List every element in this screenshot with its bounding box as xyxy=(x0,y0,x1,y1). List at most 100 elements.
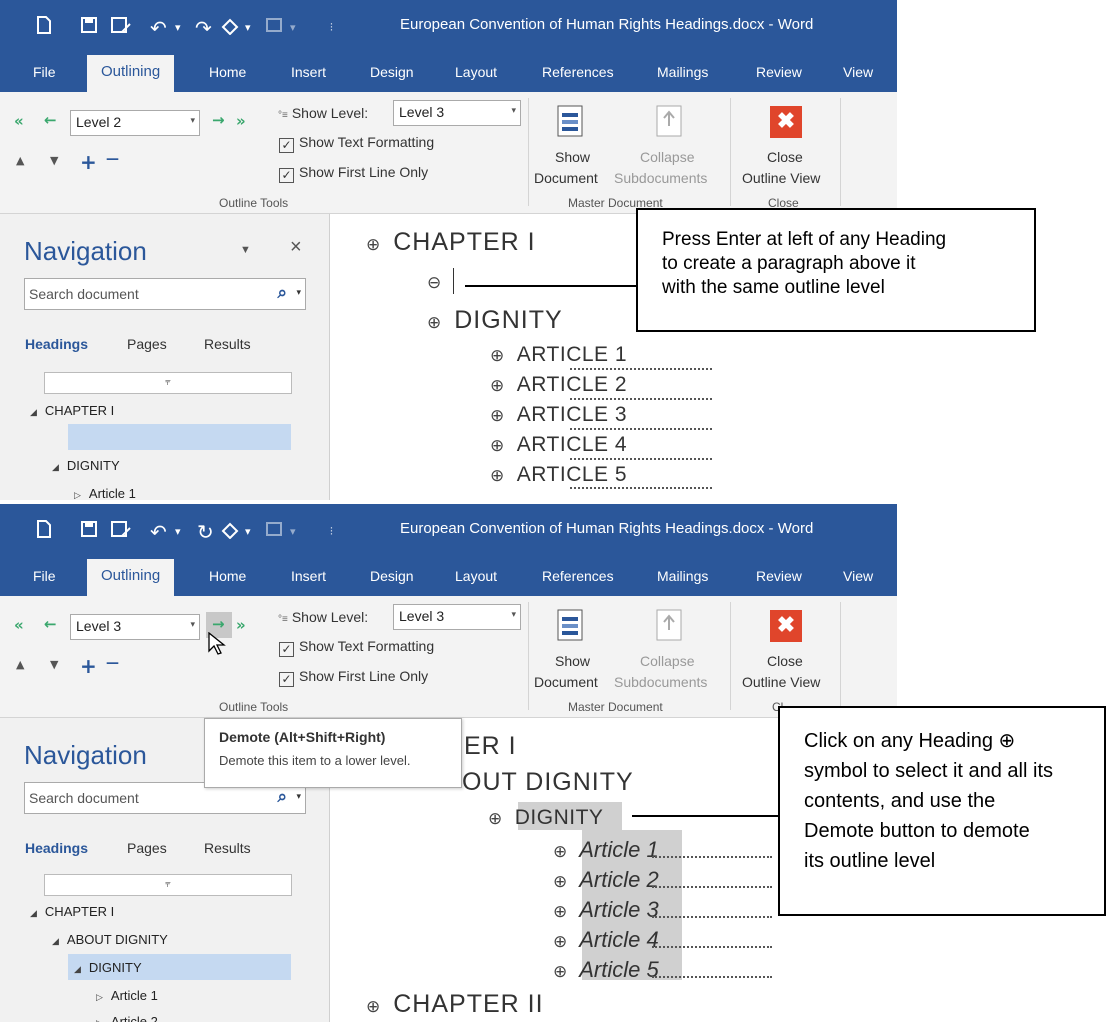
show-document-label-2[interactable]: Document xyxy=(534,674,598,690)
nav-options-dropdown-icon[interactable]: ▼ xyxy=(240,244,251,256)
save-as-icon[interactable] xyxy=(110,14,132,42)
show-text-formatting-checkbox[interactable]: ✓ Show Text Formatting xyxy=(279,134,434,153)
expand-plus-icon[interactable]: ⊕ xyxy=(553,962,567,982)
tab-results[interactable]: Results xyxy=(204,840,251,856)
customize-dropdown[interactable]: ▾ xyxy=(290,518,296,546)
demote-to-body-icon[interactable]: » xyxy=(236,112,246,130)
heading-dignity[interactable]: ⊕ DIGNITY xyxy=(427,306,563,335)
customize-icon[interactable] xyxy=(265,14,283,42)
expand-icon[interactable]: + xyxy=(80,150,97,174)
nav-heading-item[interactable]: ▷ Article 2 xyxy=(96,1014,158,1022)
heading-article[interactable]: ⊕ ARTICLE 4 xyxy=(490,433,627,457)
heading-article[interactable]: ⊕ Article 4 xyxy=(553,927,659,953)
chevron-down-icon[interactable]: ▾ xyxy=(296,287,301,298)
heading-article[interactable]: ⊕ ARTICLE 1 xyxy=(490,343,627,367)
tab-layout[interactable]: Layout xyxy=(455,64,497,80)
outline-level-combo[interactable]: Level 2 ▾ xyxy=(70,110,200,136)
tab-headings[interactable]: Headings xyxy=(25,336,88,352)
expand-plus-icon[interactable]: ⊕ xyxy=(553,902,567,922)
new-doc-icon[interactable] xyxy=(36,14,52,42)
move-up-icon[interactable]: ▲ xyxy=(16,658,24,671)
expand-plus-icon[interactable]: ⊕ xyxy=(490,436,505,456)
promote-to-heading-icon[interactable]: « xyxy=(14,112,24,130)
tab-file[interactable]: File xyxy=(33,568,56,584)
nav-heading-item[interactable]: ◢ DIGNITY xyxy=(74,960,142,975)
touch-mode-dropdown[interactable]: ▾ xyxy=(245,14,251,42)
show-first-line-only-checkbox[interactable]: ✓ Show First Line Only xyxy=(279,668,428,687)
promote-to-heading-icon[interactable]: « xyxy=(14,616,24,634)
show-level-combo[interactable]: Level 3 ▾ xyxy=(393,604,521,630)
touch-mode-icon[interactable] xyxy=(220,14,240,42)
demote-icon[interactable]: → xyxy=(212,111,225,129)
tab-design[interactable]: Design xyxy=(370,64,414,80)
tab-pages[interactable]: Pages xyxy=(127,336,167,352)
collapse-subdocuments-label-2[interactable]: Subdocuments xyxy=(614,170,707,186)
show-level-combo[interactable]: Level 3 ▾ xyxy=(393,100,521,126)
touch-mode-icon[interactable] xyxy=(220,518,240,546)
nav-heading-item[interactable]: ◢ DIGNITY xyxy=(52,458,120,473)
save-as-icon[interactable] xyxy=(110,518,132,546)
nav-empty-heading-selected[interactable] xyxy=(68,424,291,450)
close-label-2[interactable]: Outline View xyxy=(742,674,820,690)
tab-references[interactable]: References xyxy=(542,64,614,80)
heading-article[interactable]: ⊕ Article 2 xyxy=(553,867,659,893)
search-input[interactable]: Search document ⌕ ▾ xyxy=(24,278,306,310)
tab-layout[interactable]: Layout xyxy=(455,568,497,584)
tab-view[interactable]: View xyxy=(843,64,873,80)
tab-file[interactable]: File xyxy=(33,64,56,80)
show-first-line-only-checkbox[interactable]: ✓ Show First Line Only xyxy=(279,164,428,183)
undo-icon[interactable]: ↶ xyxy=(150,14,167,42)
tab-view[interactable]: View xyxy=(843,568,873,584)
close-icon[interactable]: × xyxy=(290,236,302,259)
expand-plus-icon[interactable]: ⊕ xyxy=(427,313,442,333)
heading-chapter[interactable]: ⊕ CHAPTER I xyxy=(366,228,536,257)
heading-chapter-partial[interactable]: ER I xyxy=(464,732,517,761)
new-doc-icon[interactable] xyxy=(36,518,52,546)
close-outline-view-icon[interactable]: ✖ xyxy=(770,610,802,642)
nav-heading-item[interactable]: ▷ Article 1 xyxy=(74,486,136,500)
tab-insert[interactable]: Insert xyxy=(291,64,326,80)
tab-mailings[interactable]: Mailings xyxy=(657,568,708,584)
undo-dropdown[interactable]: ▾ xyxy=(175,518,181,546)
expand-plus-icon[interactable]: ⊕ xyxy=(490,346,505,366)
heading-chapter-2[interactable]: ⊕ CHAPTER II xyxy=(366,990,544,1019)
heading-article[interactable]: ⊕ ARTICLE 2 xyxy=(490,373,627,397)
expand-plus-icon[interactable]: ⊕ xyxy=(553,932,567,952)
heading-article[interactable]: ⊕ ARTICLE 5 xyxy=(490,463,627,487)
heading-article[interactable]: ⊕ Article 5 xyxy=(553,957,659,983)
redo-icon[interactable]: ↷ xyxy=(195,14,212,42)
nav-heading-item[interactable]: ▷ Article 1 xyxy=(96,988,158,1003)
expand-plus-icon[interactable]: ⊕ xyxy=(490,376,505,396)
expand-plus-icon[interactable]: ⊕ xyxy=(366,235,381,255)
heading-article[interactable]: ⊕ Article 3 xyxy=(553,897,659,923)
collapse-subdocuments-label-2[interactable]: Subdocuments xyxy=(614,674,707,690)
expand-plus-icon[interactable]: ⊕ xyxy=(553,842,567,862)
show-document-label-2[interactable]: Document xyxy=(534,170,598,186)
empty-heading-row[interactable]: ⊖ xyxy=(427,268,455,294)
qat-overflow-icon[interactable]: ⫶ xyxy=(330,14,333,42)
promote-icon[interactable]: ← xyxy=(44,111,57,129)
expand-plus-icon[interactable]: ⊕ xyxy=(366,997,381,1017)
collapse-all-button[interactable]: ⫧ xyxy=(44,372,292,394)
touch-mode-dropdown[interactable]: ▾ xyxy=(245,518,251,546)
tab-insert[interactable]: Insert xyxy=(291,568,326,584)
expand-plus-icon[interactable]: ⊕ xyxy=(490,466,505,486)
show-document-icon[interactable] xyxy=(556,104,584,138)
demote-to-body-icon[interactable]: » xyxy=(236,616,246,634)
tab-design[interactable]: Design xyxy=(370,568,414,584)
repeat-icon[interactable]: ↻ xyxy=(197,518,214,546)
show-document-icon[interactable] xyxy=(556,608,584,642)
undo-dropdown[interactable]: ▾ xyxy=(175,14,181,42)
collapse-subdocuments-icon[interactable] xyxy=(655,608,683,642)
heading-about-dignity-partial[interactable]: OUT DIGNITY xyxy=(462,768,634,797)
move-down-icon[interactable]: ▼ xyxy=(50,658,58,671)
tab-mailings[interactable]: Mailings xyxy=(657,64,708,80)
chevron-down-icon[interactable]: ▾ xyxy=(296,791,301,802)
tab-review[interactable]: Review xyxy=(756,64,802,80)
customize-icon[interactable] xyxy=(265,518,283,546)
nav-heading-item[interactable]: ◢ ABOUT DIGNITY xyxy=(52,932,168,947)
expand-plus-icon[interactable]: ⊕ xyxy=(488,809,503,829)
tab-results[interactable]: Results xyxy=(204,336,251,352)
move-up-icon[interactable]: ▲ xyxy=(16,154,24,167)
undo-icon[interactable]: ↶ xyxy=(150,518,167,546)
